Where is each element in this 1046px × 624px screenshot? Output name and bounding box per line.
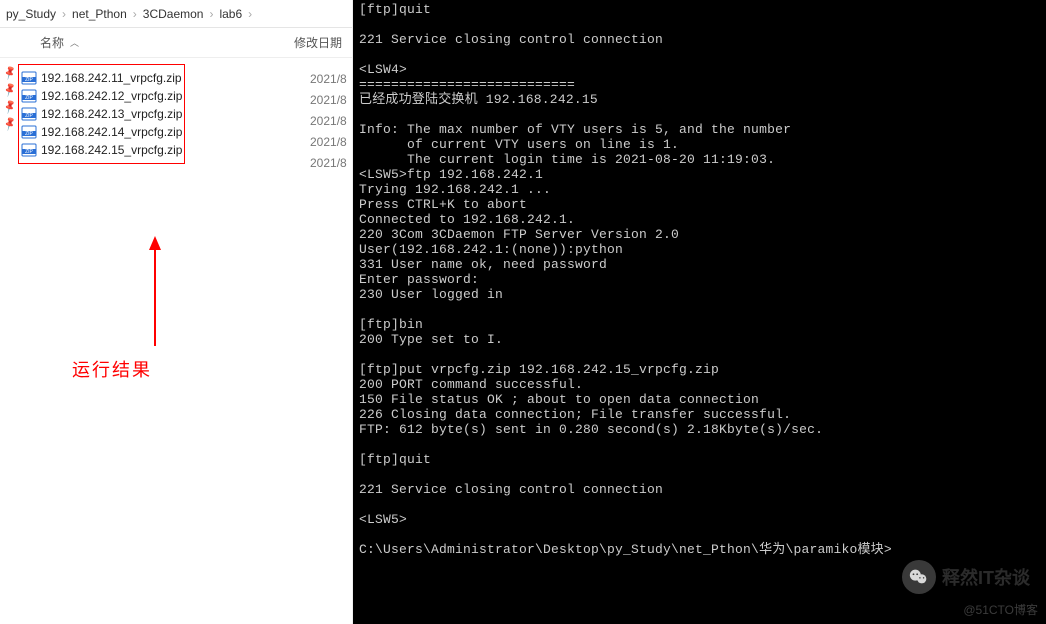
list-item[interactable]: ZIP 192.168.242.15_vrpcfg.zip [21,141,182,159]
breadcrumb[interactable]: py_Study › net_Pthon › 3CDaemon › lab6 › [0,0,352,28]
watermark: 释然IT杂谈 [902,560,1030,594]
quick-access-pins: 📌 📌 📌 📌 [4,68,16,130]
file-name: 192.168.242.15_vrpcfg.zip [41,143,182,157]
source-watermark: @51CTO博客 [963,601,1038,618]
chevron-right-icon: › [209,7,213,21]
file-date-column: 2021/8 2021/8 2021/8 2021/8 2021/8 [310,70,347,172]
pin-icon: 📌 [2,83,18,99]
breadcrumb-item[interactable]: 3CDaemon [143,7,204,21]
chevron-right-icon: › [248,7,252,21]
column-date-label[interactable]: 修改日期 [294,34,344,51]
terminal-output[interactable]: [ftp]quit 221 Service closing control co… [353,0,1046,624]
list-item[interactable]: ZIP 192.168.242.12_vrpcfg.zip [21,87,182,105]
file-name: 192.168.242.13_vrpcfg.zip [41,107,182,121]
svg-text:ZIP: ZIP [25,131,33,137]
svg-text:ZIP: ZIP [25,77,33,83]
arrow-up-annotation-icon [140,236,170,346]
zip-file-icon: ZIP [21,124,37,140]
pin-icon: 📌 [2,117,18,133]
file-name: 192.168.242.14_vrpcfg.zip [41,125,182,139]
breadcrumb-item[interactable]: py_Study [6,7,56,21]
zip-file-icon: ZIP [21,70,37,86]
pin-icon: 📌 [2,66,18,82]
svg-text:ZIP: ZIP [25,113,33,119]
file-date: 2021/8 [310,133,347,151]
file-name: 192.168.242.11_vrpcfg.zip [41,71,182,85]
pin-icon: 📌 [2,100,18,116]
file-explorer-pane: py_Study › net_Pthon › 3CDaemon › lab6 ›… [0,0,353,624]
wechat-icon [902,560,936,594]
file-list-header: 名称 ︿ 修改日期 [0,28,352,58]
breadcrumb-item[interactable]: net_Pthon [72,7,127,21]
sort-asc-icon[interactable]: ︿ [70,36,79,49]
file-date: 2021/8 [310,70,347,88]
svg-text:ZIP: ZIP [25,95,33,101]
list-item[interactable]: ZIP 192.168.242.13_vrpcfg.zip [21,105,182,123]
result-annotation-label: 运行结果 [72,356,152,382]
zip-file-icon: ZIP [21,106,37,122]
list-item[interactable]: ZIP 192.168.242.11_vrpcfg.zip [21,69,182,87]
breadcrumb-item[interactable]: lab6 [219,7,242,21]
file-date: 2021/8 [310,112,347,130]
file-list: ZIP 192.168.242.11_vrpcfg.zip ZIP 192.16… [18,64,185,164]
zip-file-icon: ZIP [21,88,37,104]
svg-text:ZIP: ZIP [25,149,33,155]
file-date: 2021/8 [310,91,347,109]
file-name: 192.168.242.12_vrpcfg.zip [41,89,182,103]
zip-file-icon: ZIP [21,142,37,158]
column-name-label[interactable]: 名称 [40,34,64,51]
watermark-text: 释然IT杂谈 [942,564,1030,590]
chevron-right-icon: › [62,7,66,21]
list-item[interactable]: ZIP 192.168.242.14_vrpcfg.zip [21,123,182,141]
chevron-right-icon: › [133,7,137,21]
file-date: 2021/8 [310,154,347,172]
